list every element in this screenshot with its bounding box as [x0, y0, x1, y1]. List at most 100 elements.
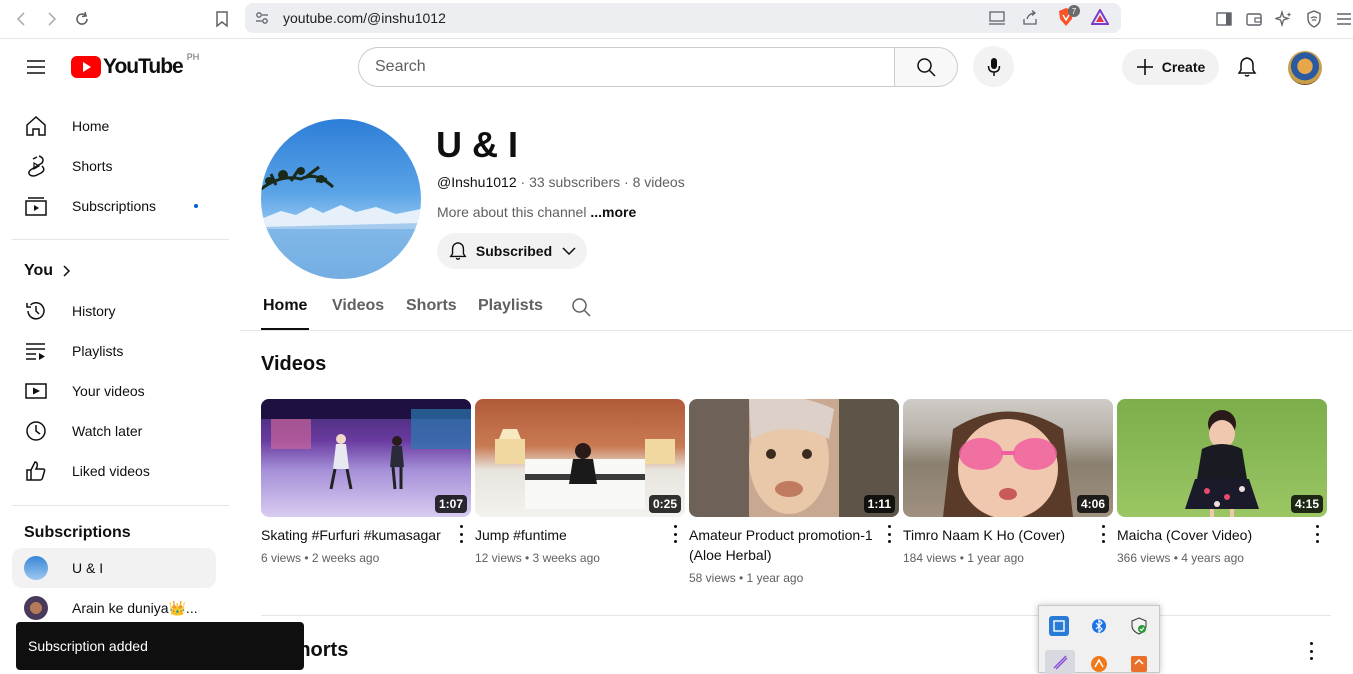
video-card[interactable]: 1:11 Amateur Product promotion-1 (Aloe H…: [689, 399, 899, 585]
region-code: PH: [186, 52, 200, 62]
video-thumbnail[interactable]: 0:25: [475, 399, 685, 517]
you-heading: You: [24, 262, 54, 279]
sidebar-item-label: Subscriptions: [72, 198, 157, 214]
video-duration: 0:25: [648, 495, 681, 513]
brave-rewards-icon[interactable]: [1090, 7, 1110, 30]
orange-app-icon[interactable]: [1089, 654, 1109, 674]
sidebar-toggle-icon[interactable]: [1213, 8, 1235, 30]
video-card[interactable]: 0:25 Jump #funtime 12 views • 3 weeks ag…: [475, 399, 685, 565]
video-title[interactable]: Skating #Furfuri #kumasagar: [261, 525, 447, 545]
site-settings-icon[interactable]: [254, 10, 270, 31]
video-title[interactable]: Jump #funtime: [475, 525, 661, 545]
sidebar-item-your-videos[interactable]: Your videos: [12, 371, 216, 411]
sidebar-item-subscriptions[interactable]: Subscriptions: [12, 186, 216, 226]
sidebar-item-playlists[interactable]: Playlists: [12, 331, 216, 371]
notifications-button[interactable]: [1227, 47, 1267, 87]
video-duration: 4:15: [1290, 495, 1323, 513]
channel-meta: @Inshu1012 · 33 subscribers · 8 videos: [437, 174, 685, 190]
sidebar-item-liked-videos[interactable]: Liked videos: [12, 451, 216, 491]
more-link[interactable]: ...more: [590, 204, 636, 220]
video-card[interactable]: 4:06 Timro Naam K Ho (Cover) 184 views •…: [903, 399, 1113, 565]
sidebar-item-label: History: [72, 303, 116, 319]
more-actions-icon[interactable]: [1307, 525, 1327, 543]
sidebar-item-label: Home: [72, 118, 110, 134]
tab-shorts[interactable]: Shorts: [406, 297, 457, 315]
video-duration: 1:11: [863, 495, 895, 513]
pen-app-icon[interactable]: [1045, 650, 1075, 674]
sidebar-item-label: Watch later: [72, 423, 143, 439]
sidebar-item-label: Arain ke duniya👑...: [72, 599, 198, 616]
share-icon[interactable]: [1021, 10, 1039, 31]
channel-about-link[interactable]: More about this channel ...more: [437, 204, 636, 220]
guide-menu-icon[interactable]: [16, 47, 56, 87]
video-meta: 6 views • 2 weeks ago: [261, 551, 380, 565]
subscribed-button[interactable]: Subscribed: [437, 233, 587, 269]
search-box[interactable]: [358, 47, 895, 87]
network-app-icon[interactable]: [1049, 616, 1069, 636]
video-title[interactable]: Amateur Product promotion-1 (Aloe Herbal…: [689, 525, 875, 565]
forward-icon[interactable]: [40, 8, 62, 30]
video-thumbnail[interactable]: 1:07: [261, 399, 471, 517]
video-meta: 366 views • 4 years ago: [1117, 551, 1244, 565]
brave-shields-icon[interactable]: 7: [1057, 5, 1080, 29]
wallet-icon[interactable]: [1243, 8, 1265, 30]
video-thumbnail[interactable]: 4:06: [903, 399, 1113, 517]
address-bar[interactable]: youtube.com/@inshu1012 7: [245, 3, 1121, 33]
videos-section-heading[interactable]: Videos: [261, 353, 326, 376]
sidebar-item-home[interactable]: Home: [12, 106, 216, 146]
more-actions-icon[interactable]: [451, 525, 471, 543]
voice-search-button[interactable]: [973, 46, 1014, 87]
sidebar-item-shorts[interactable]: Shorts: [12, 146, 216, 186]
video-duration: 1:07: [434, 495, 467, 513]
browser-menu-icon[interactable]: [1333, 8, 1353, 30]
search-icon: [917, 58, 936, 77]
meta-separator: ·: [624, 174, 629, 190]
youtube-logo[interactable]: YouTube PH: [71, 52, 200, 79]
security-shield-icon[interactable]: [1129, 616, 1149, 636]
video-card[interactable]: 1:07 Skating #Furfuri #kumasagar 6 views…: [261, 399, 471, 565]
bluetooth-icon[interactable]: [1089, 616, 1109, 636]
more-actions-icon[interactable]: [1093, 525, 1113, 543]
vpn-shield-icon[interactable]: [1303, 8, 1325, 30]
create-button[interactable]: Create: [1122, 49, 1219, 85]
video-count: 8 videos: [632, 174, 685, 190]
video-title[interactable]: Timro Naam K Ho (Cover): [903, 525, 1089, 545]
sidebar-item-history[interactable]: History: [12, 291, 216, 331]
channel-handle: @Inshu1012: [437, 174, 517, 190]
sync-app-icon[interactable]: [1129, 654, 1149, 674]
cast-icon[interactable]: [988, 10, 1006, 31]
bookmark-icon[interactable]: [211, 8, 233, 30]
tab-home[interactable]: Home: [263, 297, 307, 315]
more-actions-icon[interactable]: [879, 525, 899, 543]
sidebar-sub-u-and-i[interactable]: U & I: [12, 548, 216, 588]
shorts-more-actions-icon[interactable]: [1301, 642, 1321, 660]
video-thumbnail[interactable]: 4:15: [1117, 399, 1327, 517]
bell-icon: [1237, 57, 1257, 77]
sidebar-item-watch-later[interactable]: Watch later: [12, 411, 216, 451]
subscriptions-heading: Subscriptions: [24, 524, 131, 541]
liked-videos-icon: [24, 459, 48, 483]
more-actions-icon[interactable]: [665, 525, 685, 543]
video-meta: 58 views • 1 year ago: [689, 571, 804, 585]
search-button[interactable]: [894, 47, 958, 87]
search-input[interactable]: [359, 48, 895, 86]
toast-text: Subscription added: [28, 638, 148, 654]
microphone-icon: [987, 57, 1000, 76]
video-thumbnail[interactable]: 1:11: [689, 399, 899, 517]
sidebar-item-label: Playlists: [72, 343, 124, 359]
back-icon[interactable]: [11, 8, 33, 30]
your-videos-icon: [24, 379, 48, 403]
account-avatar[interactable]: [1288, 51, 1322, 85]
bell-icon: [449, 242, 467, 260]
reload-icon[interactable]: [71, 8, 93, 30]
sidebar-item-label: Your videos: [72, 383, 145, 399]
video-title[interactable]: Maicha (Cover Video): [1117, 525, 1303, 545]
video-card[interactable]: 4:15 Maicha (Cover Video) 366 views • 4 …: [1117, 399, 1327, 565]
you-section-link[interactable]: You: [24, 262, 71, 280]
channel-search-icon[interactable]: [571, 297, 591, 322]
tab-videos[interactable]: Videos: [332, 297, 384, 315]
leo-ai-icon[interactable]: [1273, 8, 1295, 30]
tab-playlists[interactable]: Playlists: [478, 297, 543, 315]
url-text[interactable]: youtube.com/@inshu1012: [283, 10, 446, 26]
logo-text: YouTube: [103, 55, 184, 78]
